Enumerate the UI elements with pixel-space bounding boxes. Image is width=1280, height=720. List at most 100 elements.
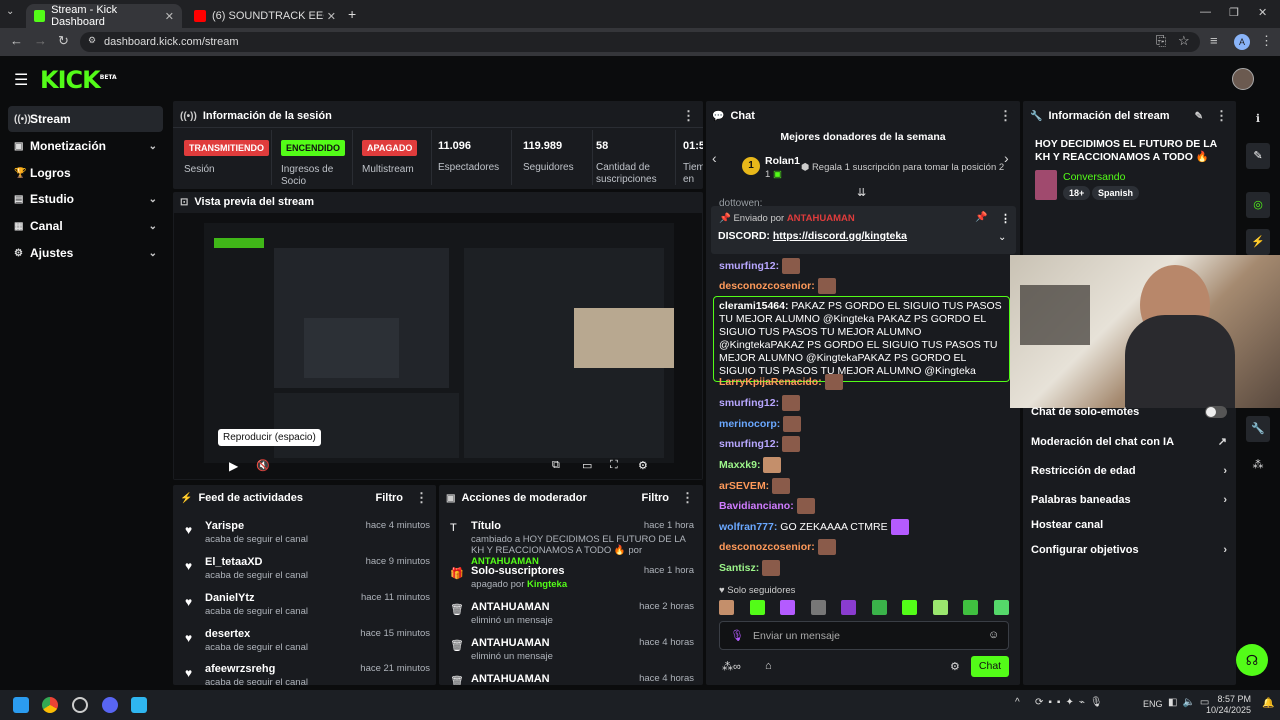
sidebar-item-ajustes[interactable]: ⚙ Ajustes ⌄ [8,240,163,266]
chat-send-button[interactable]: Chat [971,656,1009,677]
notepad-icon[interactable] [131,697,147,713]
more-options-icon[interactable]: ⋮ [682,108,695,124]
reload-icon[interactable]: ↻ [58,33,69,49]
emote-button[interactable] [841,600,857,615]
restore-icon[interactable]: ❐ [1229,6,1239,19]
tray-icons[interactable]: ⟳▪▪✦⌁🎙 [1035,697,1108,708]
edit-pencil-icon[interactable]: ✎ [1195,111,1203,122]
chat-input[interactable]: 🎙 Enviar un mensaje ☺ [719,621,1009,650]
feed-username[interactable]: El_tetaaXD [205,556,262,568]
configure-goals-row[interactable]: Configurar objetivos › [1031,544,1227,556]
chat-message[interactable]: LarryKpijaRenacido: [719,374,1014,390]
chat-message[interactable]: wolfran777: GO ZEKAAAA CTMRE [719,519,1014,535]
chat-message[interactable]: desconozcosenior: [719,278,1014,294]
more-options-icon[interactable]: ⋮ [1000,212,1011,225]
chat-settings-icon[interactable]: ⚙ [950,660,960,673]
more-options-icon[interactable]: ⋮ [681,490,694,506]
emote-button[interactable] [749,600,765,615]
hamburger-menu-icon[interactable]: ☰ [14,70,28,90]
close-icon[interactable]: ✕ [327,10,336,23]
play-icon[interactable]: ▶ [229,459,238,473]
wrench-icon[interactable]: 🔧 [1246,416,1270,442]
help-chat-icon[interactable]: ☊ [1236,644,1268,676]
chrome-icon[interactable] [42,697,58,713]
emoji-icon[interactable]: ☺ [988,629,999,641]
solo-emotes-row[interactable]: Chat de solo-emotes [1031,406,1227,418]
stream-category[interactable]: Conversando [1063,171,1125,183]
close-icon[interactable]: ✕ [165,10,174,23]
chat-message-highlighted[interactable]: clerami15464: PAKAZ PS GORDO EL SIGUIO T… [713,296,1010,382]
sidebar-item-estudio[interactable]: ▤ Estudio ⌄ [8,186,163,212]
feed-filter-button[interactable]: Filtro [376,492,404,504]
notifications-icon[interactable]: 🔔 [1262,698,1274,709]
kick-logo[interactable]: KICKBETA [40,66,117,94]
emote-button[interactable] [932,600,948,615]
emote-button[interactable] [810,600,826,615]
new-tab-button[interactable]: + [348,6,356,22]
emote-button[interactable] [780,600,796,615]
feed-username[interactable]: afeewrzsrehg [205,663,275,675]
chat-message[interactable]: Santisz: [719,560,1014,576]
windows-start-icon[interactable] [13,697,29,713]
bookmark-star-icon[interactable]: ☆ [1178,33,1190,49]
chat-message[interactable]: smurfing12: [719,436,1014,452]
tab-search-icon[interactable]: ⌄ [6,6,14,17]
camera-icon[interactable]: ◎ [1246,192,1270,218]
obs-icon[interactable] [72,697,88,713]
chat-message[interactable]: Bavidianciano: [719,498,1014,514]
url-field[interactable]: dashboard.kick.com/stream [80,32,1200,52]
edit-icon[interactable]: ✎ [1246,143,1270,169]
chat-message[interactable]: smurfing12: [719,395,1014,411]
chat-message[interactable]: desconozcosenior: [719,539,1014,555]
chat-message[interactable]: arSEVEM: [719,478,1014,494]
host-channel-row[interactable]: Hostear canal [1031,519,1227,531]
microphone-icon[interactable]: 🎙 [730,629,744,642]
keyboard-language[interactable]: ENG [1143,699,1163,709]
top-donor-name[interactable]: Rolan1 [765,155,800,167]
discord-link[interactable]: https://discord.gg/kingteka [773,230,907,242]
more-options-icon[interactable]: ⋮ [999,108,1012,124]
tray-chevron-icon[interactable]: ^ [1015,697,1020,708]
chevron-right-icon[interactable]: › [1004,150,1009,166]
tab-youtube[interactable]: (6) SOUNDTRACK EEG | TROMP ✕ [186,4,344,28]
fullscreen-icon[interactable]: ⛶ [610,459,618,472]
more-options-icon[interactable]: ⋮ [1215,108,1228,124]
minimize-icon[interactable]: — [1200,6,1211,18]
apps-icon[interactable]: ⁂ [1250,458,1266,474]
mute-icon[interactable]: 🔇 [256,459,270,472]
collapse-icon[interactable]: ⇊ [857,186,866,199]
emote-button[interactable] [993,600,1009,615]
emote-button[interactable] [902,600,918,615]
pin-icon[interactable]: 📌 [975,212,987,223]
store-icon[interactable]: ⌂ [765,660,772,672]
tab-kick-dashboard[interactable]: Stream - Kick Dashboard ✕ [26,4,182,28]
sidebar-item-canal[interactable]: ▦ Canal ⌄ [8,213,163,239]
sidebar-item-stream[interactable]: ((•)) Stream [8,106,163,132]
discord-icon[interactable] [102,697,118,713]
age-restriction-row[interactable]: Restricción de edad › [1031,465,1227,477]
feed-username[interactable]: DanielYtz [205,592,255,604]
back-icon[interactable]: ← [10,33,23,48]
info-icon[interactable]: ℹ [1250,112,1266,128]
ai-moderation-row[interactable]: Moderación del chat con IA ↗ [1031,435,1227,449]
feed-username[interactable]: Yarispe [205,520,244,532]
mod-filter-button[interactable]: Filtro [642,492,670,504]
emote-button[interactable] [871,600,887,615]
browser-menu-icon[interactable]: ⋮ [1260,33,1273,49]
settings-gear-icon[interactable]: ⚙ [638,459,648,472]
chevron-down-icon[interactable]: ⌄ [998,232,1006,243]
translate-icon[interactable]: ⎘ [1156,33,1166,49]
playlist-icon[interactable]: ≡ [1210,33,1218,48]
sidebar-item-logros[interactable]: 🏆 Logros [8,160,163,186]
solo-emotes-toggle[interactable] [1205,406,1227,418]
pinned-message[interactable]: 📌 Enviado por ANTAHUAMAN 📌 ⋮ DISCORD: ht… [711,206,1016,254]
theater-icon[interactable]: ▭ [582,459,592,472]
emote-button[interactable] [963,600,979,615]
lightning-icon[interactable]: ⚡ [1246,229,1270,255]
site-info-icon[interactable]: ⚙ [88,35,96,46]
pip-icon[interactable]: ⧉ [552,459,560,472]
sidebar-item-monetizacion[interactable]: ▣ Monetización ⌄ [8,133,163,159]
chevron-left-icon[interactable]: ‹ [712,150,717,166]
user-avatar[interactable] [1232,68,1254,90]
window-close-icon[interactable]: ✕ [1258,6,1267,19]
